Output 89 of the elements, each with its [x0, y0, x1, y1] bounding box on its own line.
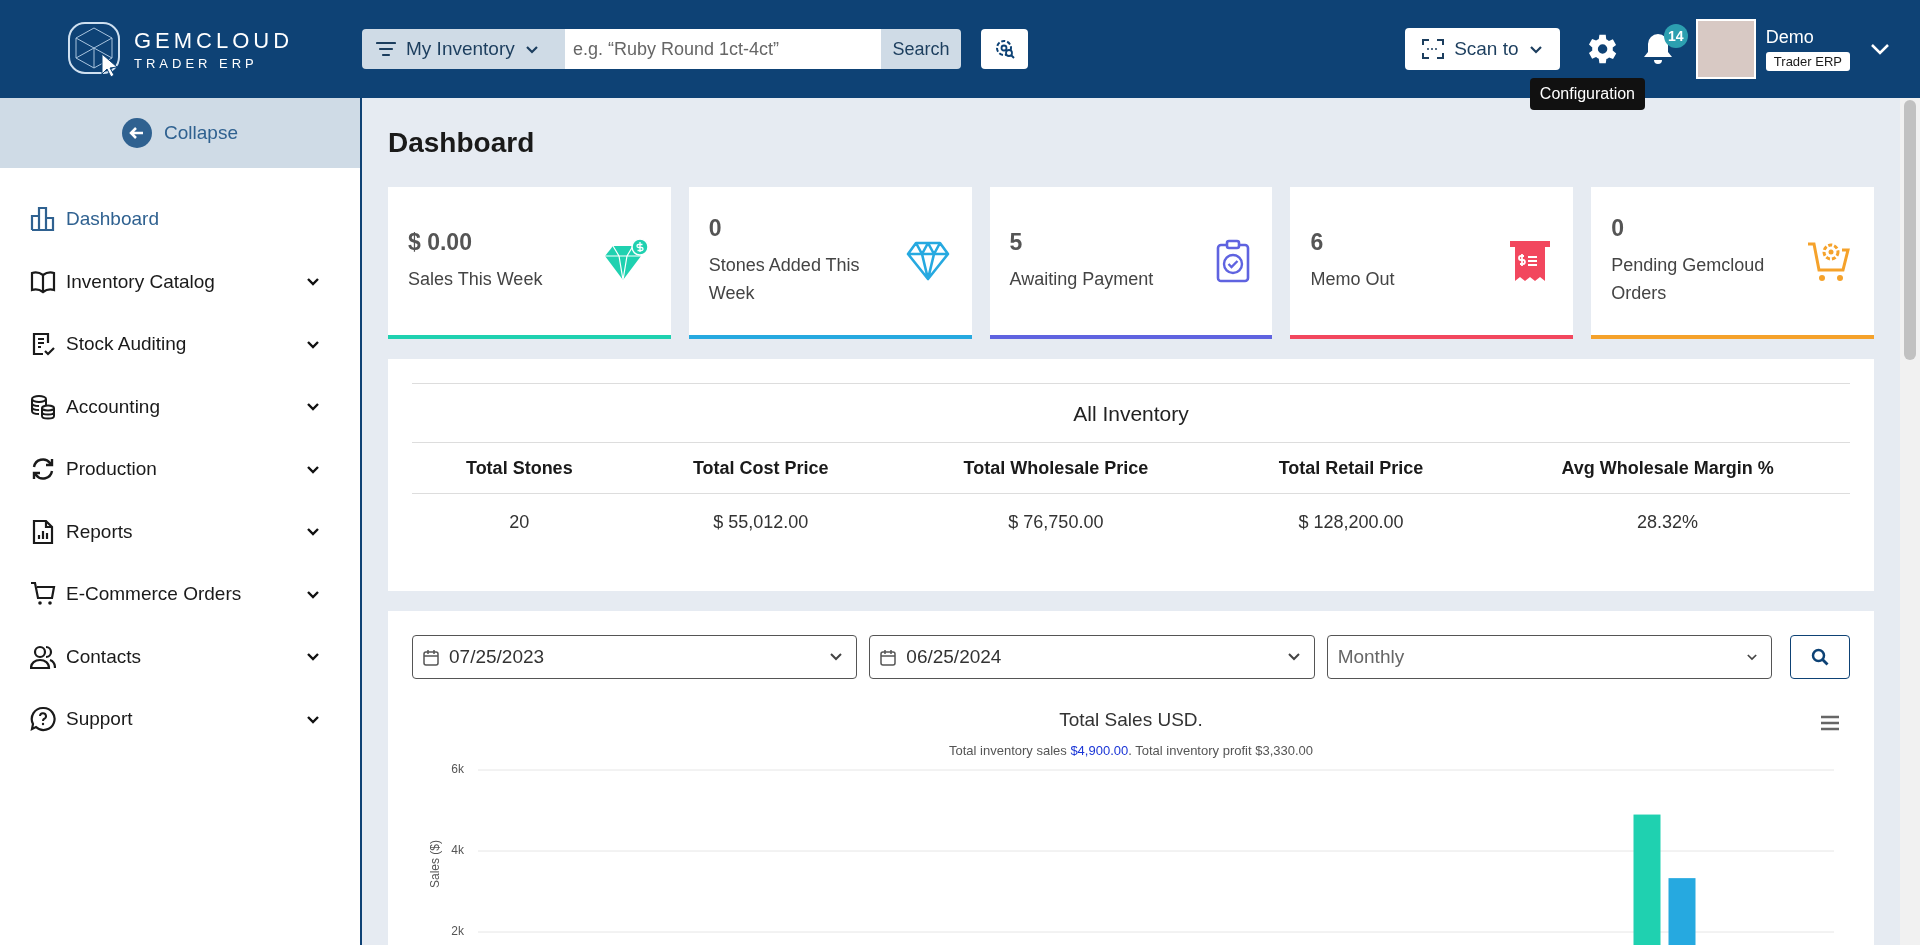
- gem-icon: [905, 241, 950, 281]
- chevron-down-icon: [1747, 653, 1757, 661]
- sidebar-item[interactable]: Support: [0, 688, 360, 751]
- stat-value: 6: [1310, 228, 1325, 256]
- filter-icon: [376, 41, 396, 57]
- page-title: Dashboard: [388, 125, 536, 160]
- search-field[interactable]: e.g. “Ruby Round 1ct-4ct”: [565, 29, 881, 69]
- collapse-button[interactable]: Collapse: [0, 98, 360, 168]
- column-header: Total Stones: [464, 457, 574, 480]
- chart-title: Total Sales USD.: [1059, 709, 1203, 731]
- column-header: Total Cost Price: [691, 457, 830, 480]
- stat-value: $ 0.00: [408, 228, 473, 256]
- column-header: Total Retail Price: [1277, 457, 1425, 480]
- logo-tagline: TRADER ERP: [134, 55, 259, 71]
- inventory-scope-dropdown[interactable]: My Inventory: [362, 29, 565, 69]
- clipboard-check-icon: [1216, 239, 1251, 283]
- cart-icon: [30, 581, 56, 608]
- chevron-down-icon: [306, 402, 320, 412]
- bar-chart-icon: [30, 206, 56, 233]
- help-icon: [30, 706, 56, 733]
- search-button[interactable]: Search: [881, 29, 961, 69]
- column-header: Avg Wholesale Margin %: [1560, 457, 1775, 480]
- sidebar-item[interactable]: Reports: [0, 500, 360, 563]
- table-cell-text: $ 76,750.00: [1007, 511, 1105, 534]
- calendar-icon: [880, 648, 897, 666]
- sidebar-item[interactable]: Dashboard: [0, 188, 360, 251]
- refresh-icon: [30, 456, 56, 483]
- search-settings-button[interactable]: [981, 29, 1028, 69]
- sidebar-item[interactable]: Inventory Catalog: [0, 250, 360, 313]
- stat-label: Memo Out: [1310, 267, 1395, 291]
- table-cell-text: $ 55,012.00: [712, 511, 810, 534]
- people-icon: [30, 643, 56, 670]
- gear-search-icon: [993, 38, 1016, 60]
- coins-icon: [30, 393, 56, 420]
- chevron-down-icon: [524, 44, 539, 54]
- configuration-tooltip: Configuration: [1529, 78, 1645, 110]
- arrow-left-icon: [122, 118, 153, 148]
- stat-value: 0: [708, 214, 723, 242]
- menu-icon[interactable]: [1820, 715, 1840, 731]
- chevron-down-icon: [306, 527, 320, 537]
- y-tick-label: 4k: [451, 843, 464, 857]
- start-date-field[interactable]: 07/25/2023: [412, 635, 858, 679]
- sidebar-item[interactable]: Stock Auditing: [0, 313, 360, 376]
- chevron-down-icon: [306, 652, 320, 662]
- y-axis-label: Sales ($): [428, 839, 442, 888]
- table-cell-text: 28.32%: [1636, 511, 1700, 534]
- scan-to-button[interactable]: Scan to: [1404, 28, 1560, 70]
- stat-label: Stones Added This Week: [708, 253, 861, 305]
- chevron-down-icon: [306, 277, 320, 287]
- chevron-down-icon: [830, 653, 843, 661]
- section-title: All Inventory: [412, 383, 1850, 443]
- stat-value: 5: [1009, 228, 1024, 256]
- report-icon: [30, 518, 56, 545]
- sidebar-item[interactable]: Accounting: [0, 375, 360, 438]
- end-date-field[interactable]: 06/25/2024: [869, 635, 1315, 679]
- sidebar-item[interactable]: Contacts: [0, 625, 360, 688]
- chevron-down-icon: [1528, 44, 1543, 54]
- book-icon: [30, 268, 56, 295]
- chevron-down-icon: [306, 464, 320, 474]
- y-tick-label: 2k: [451, 924, 464, 938]
- chevron-down-icon: [1287, 653, 1300, 661]
- stat-label: Pending Gemcloud Orders: [1611, 253, 1766, 305]
- user-name: Demo: [1765, 27, 1815, 48]
- table-cell-text: $ 128,200.00: [1297, 511, 1405, 534]
- stat-value: 0: [1611, 214, 1625, 242]
- sidebar-item[interactable]: E-Commerce Orders: [0, 563, 360, 626]
- receipt-icon: [1509, 239, 1552, 283]
- notification-count-badge: 14: [1663, 24, 1688, 48]
- checklist-icon: [30, 331, 56, 358]
- chevron-down-icon[interactable]: [1870, 43, 1890, 55]
- calendar-icon: [423, 648, 439, 666]
- stat-label: Sales This Week: [408, 267, 543, 291]
- y-tick-label: 6k: [451, 762, 464, 776]
- chevron-down-icon: [306, 589, 320, 599]
- period-dropdown[interactable]: Monthly: [1326, 635, 1772, 679]
- sidebar-item[interactable]: Production: [0, 438, 360, 501]
- user-role-badge: Trader ERP: [1765, 52, 1850, 71]
- logo-name: GEMCLOUD: [134, 27, 294, 54]
- search-icon: [1811, 648, 1829, 666]
- scrollbar[interactable]: [1900, 98, 1920, 945]
- column-header: Total Wholesale Price: [962, 457, 1150, 480]
- scan-frame-icon: [1422, 39, 1445, 59]
- table-cell-text: 20: [508, 511, 531, 534]
- search-button[interactable]: [1790, 635, 1850, 679]
- chart-subtitle: Total inventory sales $4,900.00. Total inventory profit $3,330.00: [948, 743, 1314, 758]
- chevron-down-icon: [306, 339, 320, 349]
- chevron-down-icon: [306, 714, 320, 724]
- stat-label: Awaiting Payment: [1009, 267, 1154, 291]
- photo-placeholder: [1695, 19, 1756, 79]
